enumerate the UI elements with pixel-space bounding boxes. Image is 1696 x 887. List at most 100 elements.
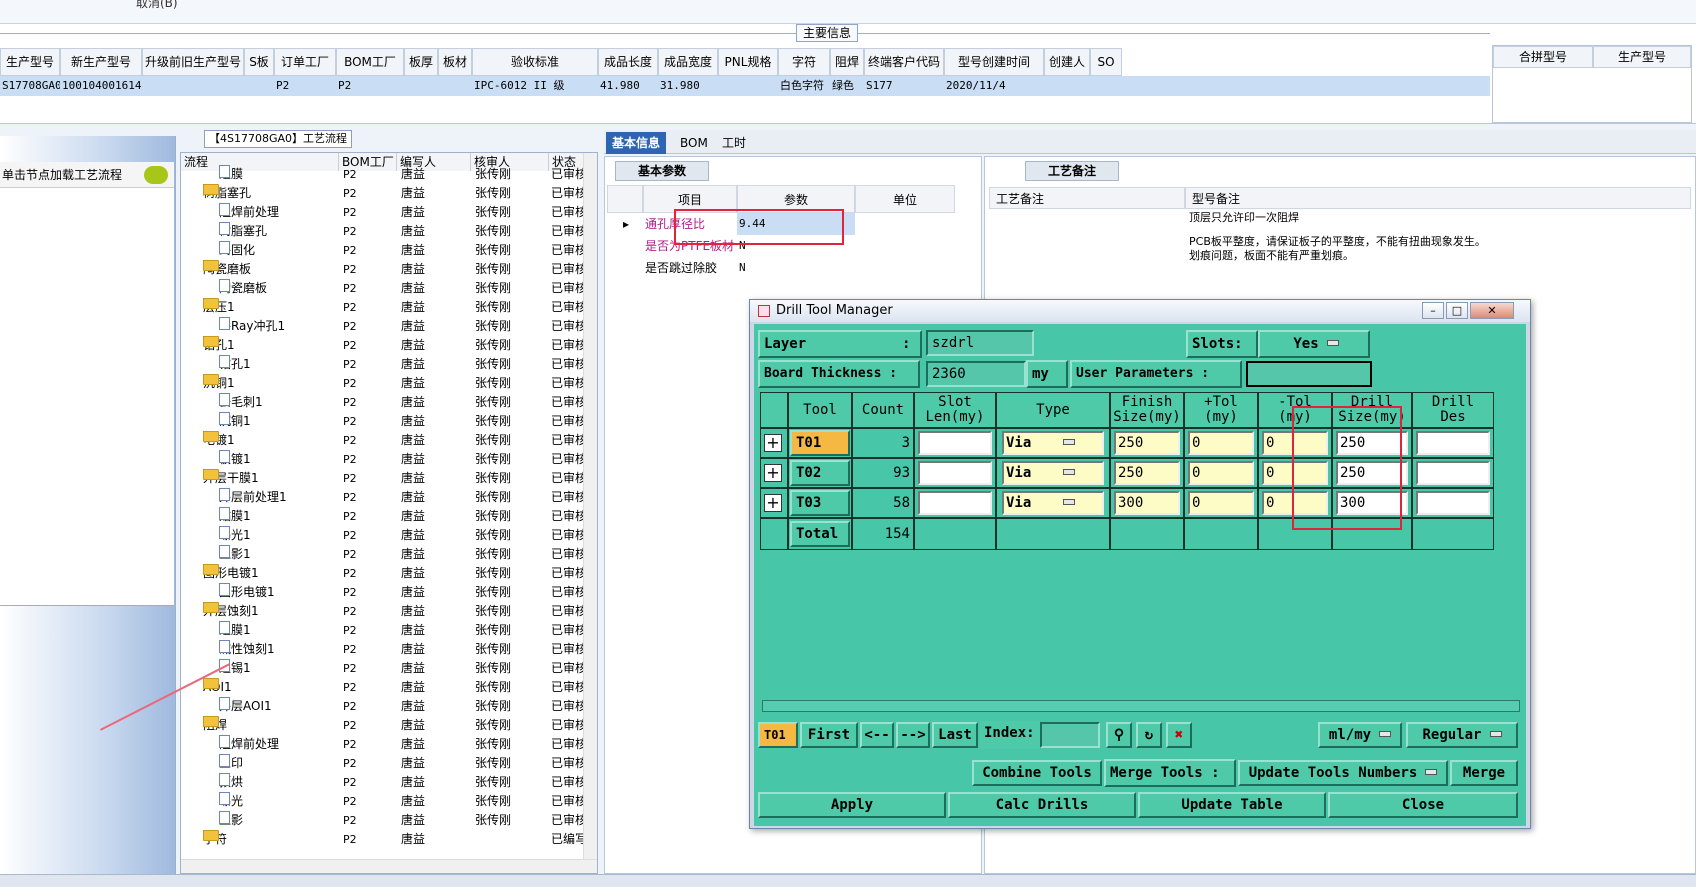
main-info-cell[interactable]: 10010400161489 (62, 76, 142, 96)
tree-node[interactable]: 外层蚀刻1 P2 唐益 张传刚 已审核 (181, 602, 585, 621)
param-item[interactable]: 是否跳过除胶 (643, 257, 737, 279)
main-info-cell[interactable]: S17708GA0 (2, 76, 60, 96)
tool-grid-scrollbar[interactable] (762, 700, 1520, 712)
slots-select[interactable]: Yes (1258, 330, 1370, 358)
combine-tools-button[interactable]: Combine Tools (972, 760, 1102, 786)
drill-des-input[interactable] (1416, 461, 1490, 485)
tree-node[interactable]: 退膜1 P2 唐益 张传刚 已审核 (181, 621, 585, 640)
slot-length-input[interactable] (918, 461, 992, 485)
param-unit[interactable] (855, 213, 955, 235)
tree-node[interactable]: 外层前处理1 P2 唐益 张传刚 已审核 (181, 488, 585, 507)
expand-row-icon[interactable]: + (764, 464, 782, 482)
tree-node-label[interactable]: 阻焊前处理 (219, 203, 279, 222)
param-value[interactable]: N (737, 257, 855, 279)
plus-tol-input[interactable]: 0 (1188, 491, 1254, 515)
tree-node[interactable]: 显影1 P2 唐益 张传刚 已审核 (181, 545, 585, 564)
tree-node-label[interactable]: 退膜 (219, 165, 243, 184)
mode-select[interactable]: Regular (1406, 722, 1518, 748)
process-flow-tree[interactable]: 流程 BOM工厂 编写人 核审人 状态 退膜 P2 唐益 张传刚 已审核 树脂塞孔 P2 唐益 张传刚已… (180, 152, 598, 874)
close-icon[interactable]: ✕ (1470, 302, 1514, 319)
type-select[interactable]: Via (1002, 461, 1104, 485)
tree-node-label[interactable]: 曝光 (219, 792, 243, 811)
tree-node[interactable]: 终固化 P2 唐益 张传刚 已审核 (181, 241, 585, 260)
tree-node[interactable]: 预烘 P2 唐益 张传刚 已审核 (181, 773, 585, 792)
tab-work-hours[interactable]: 工时 (716, 132, 752, 154)
main-info-cell[interactable] (144, 76, 244, 96)
main-info-cell[interactable]: 41.980 (600, 76, 658, 96)
last-button[interactable]: Last (932, 722, 978, 748)
main-info-cell[interactable]: IPC-6012 II 级 (474, 76, 598, 96)
tree-node-label[interactable]: 显影1 (219, 545, 251, 564)
search-icon[interactable]: ⚲ (1106, 722, 1132, 748)
main-info-cell[interactable]: 31.980 (660, 76, 718, 96)
tree-node-label[interactable]: 外层AOI1 (219, 697, 272, 716)
main-info-cell[interactable]: 白色字符 (780, 76, 830, 96)
tree-node-label[interactable]: 板镀1 (219, 450, 251, 469)
apply-button[interactable]: Apply (758, 792, 946, 818)
prev-button[interactable]: <-- (860, 722, 894, 748)
delete-icon[interactable]: ✖ (1166, 722, 1192, 748)
tree-node[interactable]: 去毛刺1 P2 唐益 张传刚 已审核 (181, 393, 585, 412)
plus-tol-input[interactable]: 0 (1188, 461, 1254, 485)
tree-node[interactable]: 沉铜1 P2 唐益 张传刚 已审核 (181, 374, 585, 393)
tree-vertical-scrollbar[interactable] (583, 153, 597, 873)
main-info-cell[interactable]: P2 (338, 76, 404, 96)
slot-length-input[interactable] (918, 491, 992, 515)
maximize-icon[interactable]: □ (1446, 302, 1468, 319)
tree-node[interactable]: 陶瓷磨板 P2 唐益 张传刚 已审核 (181, 279, 585, 298)
tree-node-label[interactable]: 预烘 (219, 773, 243, 792)
user-parameters-input[interactable] (1246, 361, 1372, 387)
expand-row-icon[interactable]: + (764, 494, 782, 512)
tree-node[interactable]: 钻孔1 P2 唐益 张传刚 已审核 (181, 336, 585, 355)
units-select[interactable]: ml/my (1318, 722, 1402, 748)
tree-node-label[interactable]: 沉铜1 (203, 374, 235, 393)
tree-node-label[interactable]: 陶瓷磨板 (219, 279, 267, 298)
basic-params-tab[interactable]: 基本参数 (615, 161, 709, 181)
tree-node[interactable]: 阻焊前处理 P2 唐益 张传刚 已审核 (181, 203, 585, 222)
tree-node[interactable]: 板镀1 P2 唐益 张传刚 已审核 (181, 450, 585, 469)
tree-node-label[interactable]: 电镀1 (203, 431, 235, 450)
tree-node-label[interactable]: 陶瓷磨板 (203, 260, 251, 279)
tree-node[interactable]: 钻孔1 P2 唐益 张传刚 已审核 (181, 355, 585, 374)
tree-node[interactable]: 层压1 P2 唐益 张传刚 已审核 (181, 298, 585, 317)
tree-node-label[interactable]: 显影 (219, 811, 243, 830)
tree-node-label[interactable]: 字符 (203, 830, 227, 849)
tool-button[interactable]: T02 (790, 460, 850, 486)
refresh-icon[interactable]: ↻ (1136, 722, 1162, 748)
tree-node-label[interactable]: 外层前处理1 (219, 488, 287, 507)
tree-node-label[interactable]: 碱性蚀刻1 (219, 640, 275, 659)
tree-node-label[interactable]: 图形电镀1 (219, 583, 275, 602)
tree-node-label[interactable]: 曝光1 (219, 526, 251, 545)
tree-node-label[interactable]: 丝印 (219, 754, 243, 773)
tree-node[interactable]: 电镀1 P2 唐益 张传刚 已审核 (181, 431, 585, 450)
tree-node-label[interactable]: 贴膜1 (219, 507, 251, 526)
finish-size-input[interactable]: 250 (1114, 431, 1180, 455)
param-unit[interactable] (855, 235, 955, 257)
tree-node-label[interactable]: 沉铜1 (219, 412, 251, 431)
tree-node[interactable]: 曝光 P2 唐益 张传刚 已审核 (181, 792, 585, 811)
drill-des-input[interactable] (1416, 431, 1490, 455)
main-info-cell[interactable] (246, 76, 274, 96)
tree-node-label[interactable]: 去毛刺1 (219, 393, 263, 412)
tree-node-label[interactable]: AOI1 (203, 678, 232, 697)
tree-node-label[interactable]: X-Ray冲孔1 (219, 317, 285, 336)
main-info-cell[interactable] (406, 76, 438, 96)
tree-node-label[interactable]: 阻焊 (203, 716, 227, 735)
tree-node[interactable]: 树脂塞孔 P2 唐益 张传刚 已审核 (181, 184, 585, 203)
tree-node-label[interactable]: 图形电镀1 (203, 564, 259, 583)
tree-node[interactable]: 字符 P2 唐益 已编写 (181, 830, 585, 849)
minimize-icon[interactable]: – (1422, 302, 1444, 319)
param-unit[interactable] (855, 257, 955, 279)
main-info-cell[interactable] (1092, 76, 1122, 96)
tree-node[interactable]: 图形电镀1 P2 唐益 张传刚 已审核 (181, 564, 585, 583)
tree-node[interactable]: 陶瓷磨板 P2 唐益 张传刚 已审核 (181, 260, 585, 279)
tree-node-label[interactable]: 外层蚀刻1 (203, 602, 259, 621)
tool-button[interactable]: T03 (790, 490, 850, 516)
tree-node-label[interactable]: 层压1 (203, 298, 235, 317)
update-tools-numbers-select[interactable]: Update Tools Numbers (1238, 760, 1448, 786)
process-flow-tab[interactable]: 【4S17708GA0】工艺流程 (204, 130, 352, 148)
tree-node[interactable]: 阻焊前处理 P2 唐益 张传刚 已审核 (181, 735, 585, 754)
load-process-hint[interactable]: 单击节点加载工艺流程 (0, 162, 174, 188)
tree-node-label[interactable]: 终固化 (219, 241, 255, 260)
calc-drills-button[interactable]: Calc Drills (948, 792, 1136, 818)
